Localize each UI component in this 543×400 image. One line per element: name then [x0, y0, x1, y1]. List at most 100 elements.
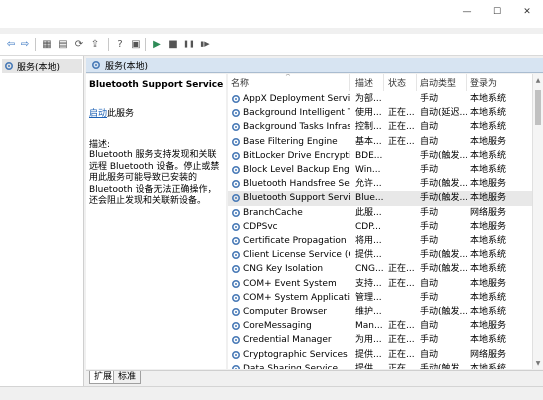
scrollbar-thumb[interactable]	[535, 90, 541, 125]
vertical-scrollbar[interactable]: ▲ ▼	[532, 74, 543, 369]
service-description: 使用...	[355, 108, 382, 119]
table-row[interactable]: Data Sharing Service 提供... 正在... 手动(触发... 本地…	[228, 362, 532, 369]
table-row[interactable]: Bluetooth Handsfree Ser... 允许... 手动(触发... 本…	[228, 177, 532, 191]
service-description: CDP...	[355, 221, 381, 232]
table-row[interactable]: Cryptographic Services 提供... 正在... 自动 网络服务	[228, 348, 532, 362]
table-row[interactable]: COM+ Event System 支持... 正在... 自动 本地服务	[228, 277, 532, 291]
service-gear-icon	[231, 350, 241, 360]
service-startup-type: 自动(延迟...	[420, 108, 467, 119]
service-name-cell: Background Tasks Infras...	[231, 120, 350, 134]
service-description: Man...	[355, 321, 383, 332]
table-row[interactable]: AppX Deployment Servic... 为部... 手动 本地系统	[228, 92, 532, 106]
maximize-button[interactable]: ☐	[481, 0, 513, 24]
service-name-cell: Certificate Propagation	[231, 234, 350, 248]
table-row[interactable]: Certificate Propagation 将用... 手动 本地系统	[228, 234, 532, 248]
back-icon[interactable]: ⇦	[4, 37, 18, 51]
service-status: 正在...	[388, 321, 415, 332]
service-status: 正在...	[388, 136, 415, 147]
show-hide-icon[interactable]: ▣	[129, 37, 143, 51]
table-row[interactable]: CDPSvc CDP... 手动 本地服务	[228, 220, 532, 234]
help-icon[interactable]: ?	[113, 37, 127, 51]
service-name-cell: Background Intelligent T...	[231, 106, 350, 120]
service-status	[388, 234, 416, 248]
service-logon-as: 本地系统	[470, 108, 507, 119]
service-logon-as: 本地服务	[470, 179, 507, 190]
service-name-cell: COM+ System Application	[231, 291, 350, 305]
start-service-link[interactable]: 启动	[89, 109, 107, 119]
service-logon-as: 本地系统	[470, 165, 507, 175]
table-row[interactable]: Bluetooth Support Service Blue... 手动(触发...…	[228, 191, 532, 206]
restart-icon[interactable]: ▮▶	[198, 37, 212, 51]
table-row[interactable]: CoreMessaging Man... 正在... 自动 本地服务	[228, 319, 532, 333]
service-description: CNG...	[355, 264, 384, 275]
service-startup-type: 手动	[420, 292, 439, 303]
table-row[interactable]: BranchCache 此服... 手动 网络服务	[228, 206, 532, 220]
scroll-down-icon[interactable]: ▼	[533, 358, 543, 368]
service-name-cell: CoreMessaging	[231, 319, 350, 333]
service-description: 控制...	[355, 122, 382, 133]
service-gear-icon	[231, 264, 241, 274]
service-gear-icon	[231, 279, 241, 289]
service-gear-icon	[231, 364, 241, 369]
table-row[interactable]: Base Filtering Engine 基本... 正在... 自动 本地服务	[228, 135, 532, 149]
service-logon-as: 本地服务	[470, 278, 507, 289]
service-status: 正在...	[388, 335, 415, 346]
service-status	[388, 248, 416, 262]
tree-item-services-local[interactable]: 服务(本地)	[2, 59, 82, 73]
service-startup-type: 自动	[420, 278, 439, 289]
service-logon-as: 本地系统	[470, 150, 507, 161]
column-header-logon-as[interactable]: 登录为	[467, 74, 532, 91]
table-row[interactable]: BitLocker Drive Encryptio... BDE... 手动(触发.…	[228, 149, 532, 163]
scroll-up-icon[interactable]: ▲	[533, 75, 543, 85]
service-name-cell: Bluetooth Handsfree Ser...	[231, 177, 350, 191]
column-logon-label: 登录为	[470, 79, 498, 89]
table-row[interactable]: COM+ System Application 管理... 手动 本地系统	[228, 291, 532, 305]
table-row[interactable]: Client License Service (Cli... 提供... 手动(触发…	[228, 248, 532, 262]
refresh-icon[interactable]: ⟳	[72, 37, 86, 51]
properties-icon[interactable]: ▤	[56, 37, 70, 51]
service-gear-icon	[231, 307, 241, 317]
column-header-name[interactable]: 名称 ^	[228, 74, 350, 91]
column-header-startup-type[interactable]: 启动类型	[417, 74, 467, 91]
console-tree-icon[interactable]: ▦	[40, 37, 54, 51]
table-row[interactable]: CNG Key Isolation CNG... 正在... 手动(触发... 本地系统	[228, 262, 532, 276]
service-description: 提供...	[355, 349, 382, 360]
table-row[interactable]: Background Intelligent T... 使用... 正在... 自动(…	[228, 106, 532, 120]
table-row[interactable]: Block Level Backup Engi... Win... 手动 本地系统	[228, 163, 532, 177]
table-row[interactable]: Background Tasks Infras... 控制... 正在... 自动 本地…	[228, 120, 532, 134]
table-row[interactable]: Credential Manager 为用... 正在... 手动 本地系统	[228, 333, 532, 347]
service-logon-as: 本地系统	[470, 94, 507, 104]
service-logon-as: 本地系统	[470, 363, 507, 369]
column-header-description[interactable]: 描述	[352, 74, 384, 91]
table-row[interactable]: Computer Browser 维护... 手动(触发... 本地系统	[228, 305, 532, 319]
service-startup-type: 自动	[420, 349, 439, 360]
service-description: 维护...	[355, 307, 382, 317]
pause-icon[interactable]: ❚❚	[182, 37, 196, 51]
service-startup-type: 自动	[420, 136, 439, 147]
service-name: CDPSvc	[243, 221, 278, 232]
service-name: Computer Browser	[243, 307, 328, 317]
service-status: 正在...	[388, 122, 415, 133]
service-status	[388, 206, 416, 220]
description-text: Bluetooth 服务支持发现和关联远程 Bluetooth 设备。停止或禁用…	[89, 150, 220, 206]
forward-icon[interactable]: ⇨	[18, 37, 32, 51]
minimize-button[interactable]: —	[451, 0, 483, 24]
service-status	[388, 177, 416, 191]
service-logon-as: 本地服务	[470, 221, 507, 232]
start-icon[interactable]: ▶	[150, 37, 164, 51]
service-name-cell: BranchCache	[231, 206, 350, 220]
service-name: Client License Service (Cli...	[243, 250, 350, 261]
service-status	[388, 220, 416, 234]
column-startup-label: 启动类型	[420, 79, 457, 89]
service-logon-as: 网络服务	[470, 349, 507, 360]
service-gear-icon	[231, 321, 241, 331]
tab-standard[interactable]: 标准	[113, 371, 142, 384]
stop-icon[interactable]: ■	[166, 37, 180, 51]
service-name: Background Intelligent T...	[243, 108, 350, 119]
export-list-icon[interactable]: ⇪	[88, 37, 102, 51]
close-button[interactable]: ✕	[511, 0, 543, 24]
service-name: Cryptographic Services	[243, 349, 348, 360]
panel-title: 服务(本地)	[105, 61, 149, 72]
column-header-status[interactable]: 状态	[385, 74, 417, 91]
service-startup-type: 手动	[420, 94, 439, 104]
